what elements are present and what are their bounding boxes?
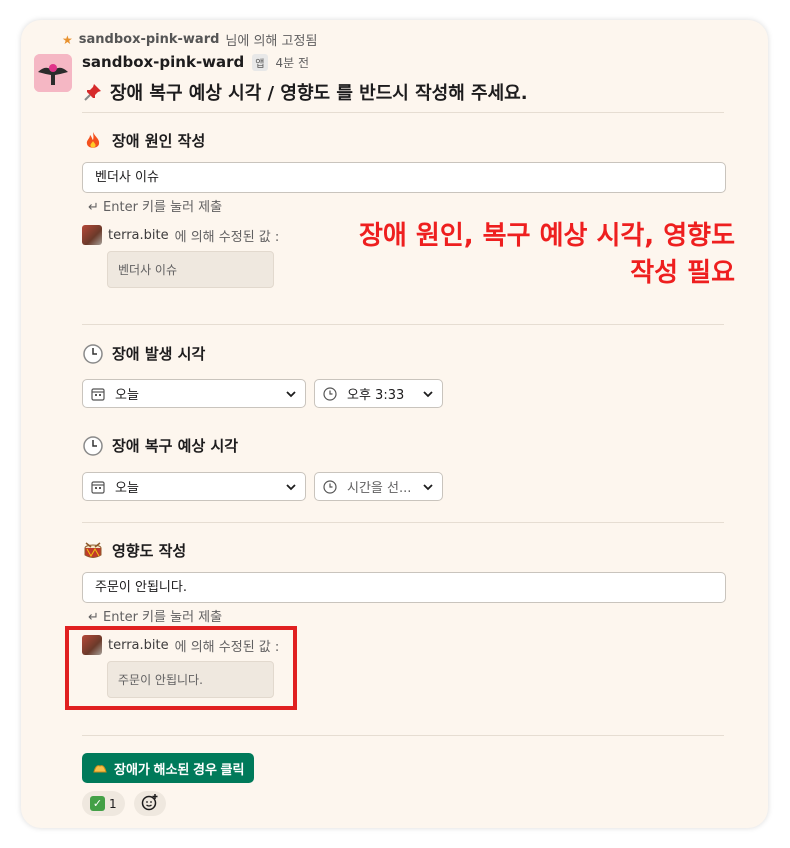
app-avatar[interactable] [34, 54, 72, 92]
edited-label: 에 의해 수정된 값 : [174, 229, 280, 245]
clock-icon [82, 343, 104, 364]
cause-title-text: 장애 원인 작성 [112, 132, 206, 150]
pushpin-icon [82, 83, 104, 101]
pinned-by-user[interactable]: sandbox-pink-ward [79, 32, 220, 47]
impact-section-title: 영향도 작성 [82, 540, 186, 561]
cause-edited-by: terra.bite 에 의해 수정된 값 : [82, 225, 279, 245]
pinned-text: 님에 의해 고정됨 [225, 34, 318, 49]
check-mark-icon: ✓ [90, 796, 105, 811]
time-placeholder: 시간을 선... [347, 481, 412, 496]
cause-submit-hint: ↵ Enter 키를 눌러 제출 [88, 200, 223, 215]
divider [82, 324, 724, 325]
chevron-down-icon [422, 481, 434, 493]
reaction-check[interactable]: ✓ 1 [82, 791, 125, 816]
impact-submit-hint: ↵ Enter 키를 눌러 제출 [88, 610, 223, 625]
recovery-title-text: 장애 복구 예상 시각 [112, 437, 239, 455]
occurred-section-title: 장애 발생 시각 [82, 343, 205, 364]
fire-icon [82, 131, 104, 151]
annotation-line-1: 장애 원인, 복구 예상 시각, 영향도 [359, 221, 735, 251]
reaction-count: 1 [109, 796, 117, 811]
occurred-time-select[interactable]: 오후 3:33 [314, 379, 443, 408]
impact-title-text: 영향도 작성 [112, 542, 187, 560]
time-value: 오후 3:33 [347, 388, 405, 403]
resolve-button-label: 장애가 해소된 경우 클릭 [114, 761, 245, 777]
calendar-icon [91, 387, 105, 401]
praying-hands-icon [92, 760, 108, 777]
drum-icon [82, 541, 104, 561]
timestamp[interactable]: 4분 전 [276, 54, 310, 71]
annotation-line-2: 작성 필요 [630, 258, 735, 288]
pin-icon: ★ [62, 32, 73, 47]
calendar-icon [91, 480, 105, 494]
app-badge: 앱 [252, 53, 268, 71]
sender-name[interactable]: sandbox-pink-ward [82, 53, 244, 71]
clock-icon [323, 386, 337, 401]
user-avatar[interactable] [82, 225, 102, 245]
occurred-date-select[interactable]: 오늘 [82, 379, 306, 408]
divider [82, 522, 724, 523]
chevron-down-icon [422, 388, 434, 400]
message-title: 장애 복구 예상 시각 / 영향도 를 반드시 작성해 주세요. [82, 79, 528, 105]
chevron-down-icon [285, 481, 297, 493]
add-emoji-icon [141, 793, 159, 815]
chevron-down-icon [285, 388, 297, 400]
cause-input[interactable]: 벤더사 이슈 [82, 162, 726, 193]
clock-icon [82, 435, 104, 456]
divider [82, 112, 724, 113]
cause-section-title: 장애 원인 작성 [82, 130, 205, 151]
pinned-banner: ★ sandbox-pink-ward 님에 의해 고정됨 [62, 30, 317, 49]
date-value: 오늘 [115, 388, 139, 403]
date-value: 오늘 [115, 481, 139, 496]
editor-name[interactable]: terra.bite [108, 228, 169, 243]
divider [82, 735, 724, 736]
occurred-title-text: 장애 발생 시각 [112, 345, 206, 363]
recovery-date-select[interactable]: 오늘 [82, 472, 306, 501]
recovery-time-select[interactable]: 시간을 선... [314, 472, 443, 501]
add-reaction-button[interactable] [134, 791, 166, 816]
message-header: sandbox-pink-ward 앱 4분 전 [82, 53, 309, 71]
highlight-box [65, 626, 297, 710]
resolve-button[interactable]: 장애가 해소된 경우 클릭 [82, 753, 255, 783]
clock-icon [323, 479, 337, 494]
title-text: 장애 복구 예상 시각 / 영향도 를 반드시 작성해 주세요. [110, 83, 528, 104]
recovery-section-title: 장애 복구 예상 시각 [82, 435, 238, 456]
impact-input[interactable]: 주문이 안됩니다. [82, 572, 726, 603]
annotation-text: 장애 원인, 복구 예상 시각, 영향도 작성 필요 [305, 218, 735, 292]
cause-edited-value: 벤더사 이슈 [107, 251, 274, 288]
